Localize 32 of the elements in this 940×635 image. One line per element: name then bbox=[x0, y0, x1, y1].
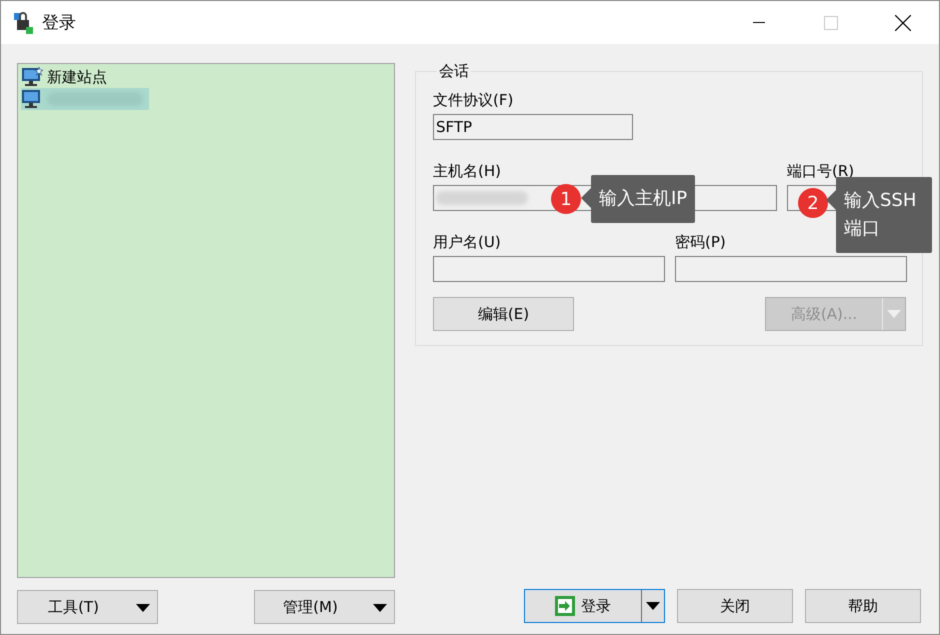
help-button[interactable]: 帮助 bbox=[805, 589, 921, 623]
maximize-icon bbox=[824, 16, 838, 30]
minimize-icon bbox=[753, 22, 765, 24]
login-icon bbox=[555, 596, 575, 616]
tooltip-pointer bbox=[826, 190, 836, 210]
field-label: 文件协议(F) bbox=[433, 91, 514, 110]
close-dialog-button[interactable]: 关闭 bbox=[677, 589, 793, 623]
tooltip: 输入SSH端口 bbox=[836, 177, 932, 253]
field-label: 主机名(H) bbox=[433, 162, 502, 181]
manage-button[interactable]: 管理(M) bbox=[254, 590, 395, 624]
tools-button[interactable]: 工具(T) bbox=[17, 590, 158, 624]
username-field[interactable] bbox=[433, 256, 665, 282]
lock-icon bbox=[12, 12, 34, 34]
group-title: 会话 bbox=[438, 62, 470, 81]
computer-icon bbox=[21, 89, 43, 109]
caret-icon bbox=[646, 602, 660, 610]
window-title: 登录 bbox=[42, 12, 76, 34]
password-field[interactable] bbox=[675, 256, 907, 282]
caret-icon bbox=[887, 310, 901, 318]
caret-icon bbox=[373, 604, 387, 612]
site-item[interactable] bbox=[21, 88, 149, 110]
tooltip: 输入主机IP bbox=[591, 175, 696, 223]
caret-icon bbox=[136, 604, 150, 612]
site-item[interactable]: 新建站点 bbox=[21, 66, 391, 88]
edit-button[interactable]: 编辑(E) bbox=[433, 297, 574, 331]
login-button[interactable]: 登录 bbox=[524, 589, 665, 623]
protocol-field[interactable]: SFTP bbox=[433, 114, 633, 140]
tooltip-pointer bbox=[581, 188, 591, 208]
field-label: 用户名(U) bbox=[433, 233, 502, 252]
close-icon bbox=[895, 14, 911, 30]
field-label: 密码(P) bbox=[675, 233, 727, 252]
new-site-icon bbox=[21, 67, 43, 87]
